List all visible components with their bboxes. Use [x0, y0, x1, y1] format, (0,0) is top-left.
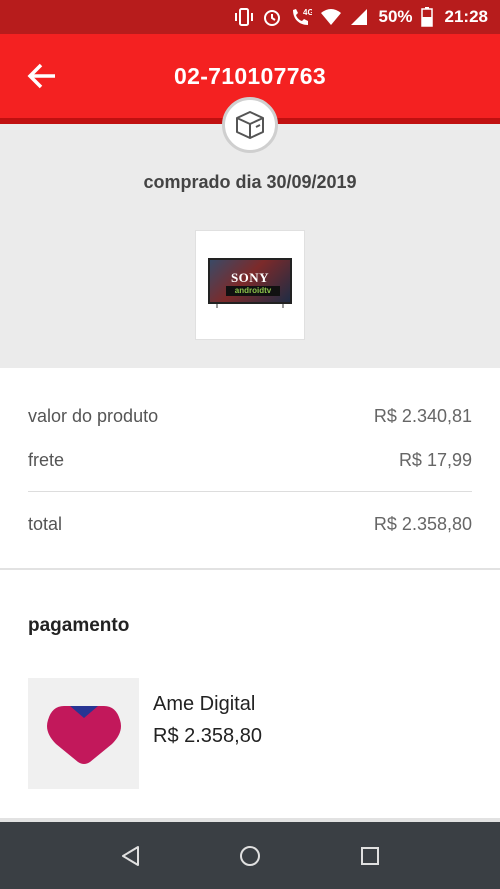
- signal-icon: [350, 8, 368, 26]
- order-detail-screen: 4G 50% 21:28 02-710107763 comprado dia 3: [0, 0, 500, 889]
- order-header-section: comprado dia 30/09/2019 SONY androidtv: [0, 124, 500, 368]
- nav-back-button[interactable]: [110, 836, 150, 876]
- wifi-call-icon: 4G: [290, 7, 312, 27]
- recents-square-icon: [361, 846, 379, 865]
- arrow-left-icon: [27, 63, 55, 89]
- status-bar: 4G 50% 21:28: [0, 0, 500, 34]
- shipping-label: frete: [28, 450, 65, 470]
- alarm-icon: [262, 7, 282, 27]
- total-label: total: [28, 514, 63, 534]
- total-amount: R$ 2.358,80: [373, 514, 472, 534]
- purchase-date: comprado dia 30/09/2019: [143, 172, 357, 192]
- ame-logo-icon: [28, 678, 139, 789]
- total-row: total R$ 2.358,80: [28, 514, 472, 535]
- product-value-amount: R$ 2.340,81: [373, 406, 472, 426]
- product-value-row: valor do produto R$ 2.340,81: [28, 406, 472, 427]
- system-nav-bar: [0, 822, 500, 889]
- tv-stand: [216, 304, 284, 308]
- product-image[interactable]: SONY androidtv: [195, 230, 305, 340]
- clock: 21:28: [444, 7, 488, 26]
- back-button[interactable]: [22, 58, 62, 94]
- package-icon: [222, 97, 278, 153]
- shipping-row: frete R$ 17,99: [28, 450, 472, 471]
- home-circle-icon: [240, 845, 260, 866]
- nav-home-button[interactable]: [230, 836, 270, 876]
- tv-platform: androidtv: [226, 286, 280, 296]
- payment-amount: R$ 2.358,80: [153, 725, 262, 747]
- order-id-title: 02-710107763: [174, 62, 326, 89]
- tv-brand: SONY: [230, 270, 270, 285]
- battery-icon: [420, 7, 433, 27]
- svg-text:4G: 4G: [303, 8, 312, 17]
- payment-section: pagamento Ame Digital R$ 2.358,80: [0, 570, 500, 822]
- back-triangle-icon: [122, 845, 139, 866]
- summary-divider: [28, 491, 472, 492]
- battery-percentage: 50%: [378, 7, 413, 26]
- payment-title: pagamento: [28, 615, 130, 636]
- vibrate-icon: [234, 8, 254, 26]
- nav-recents-button[interactable]: [350, 836, 390, 876]
- payment-method-name: Ame Digital: [153, 693, 256, 715]
- wifi-icon: [320, 8, 342, 26]
- price-summary: valor do produto R$ 2.340,81 frete R$ 17…: [0, 368, 500, 568]
- shipping-amount: R$ 17,99: [398, 450, 472, 470]
- product-value-label: valor do produto: [28, 406, 159, 426]
- tv-image: SONY androidtv: [208, 244, 292, 326]
